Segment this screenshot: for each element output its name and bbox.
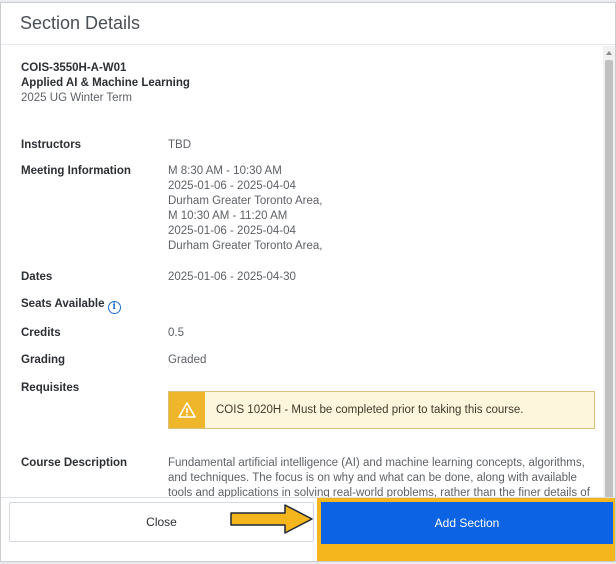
arrow-pointer-icon — [230, 504, 313, 534]
scroll-thumb[interactable] — [605, 60, 613, 500]
course-heading: COIS-3550H-A-W01 Applied AI & Machine Le… — [21, 61, 221, 106]
description-value: Fundamental artificial intelligence (AI)… — [168, 457, 590, 497]
instructors-value: TBD — [168, 139, 191, 151]
meeting-line: M 10:30 AM - 11:20 AM — [168, 210, 288, 222]
meeting-value: M 8:30 AM - 10:30 AM 2025-01-06 - 2025-0… — [168, 164, 598, 254]
seats-label: Seats Available i — [21, 297, 161, 314]
course-term: 2025 UG Winter Term — [21, 92, 132, 104]
dates-value: 2025-01-06 - 2025-04-30 — [168, 271, 296, 283]
add-section-button[interactable]: Add Section — [321, 502, 613, 544]
add-section-highlight: Add Section — [317, 498, 615, 561]
meeting-line: Durham Greater Toronto Area, — [168, 195, 323, 207]
requisites-label: Requisites — [21, 382, 80, 394]
description-label: Course Description — [21, 457, 128, 469]
dates-label: Dates — [21, 271, 53, 283]
credits-label: Credits — [21, 327, 61, 339]
info-icon[interactable]: i — [107, 301, 121, 314]
dialog-header: Section Details — [1, 3, 615, 45]
section-details-dialog: Section Details COIS-3550H-A-W01 Applied… — [0, 2, 616, 562]
dialog-body[interactable]: COIS-3550H-A-W01 Applied AI & Machine Le… — [1, 46, 615, 497]
warning-icon-container — [169, 392, 205, 428]
credits-value: 0.5 — [168, 327, 184, 339]
scroll-up-arrow-icon[interactable] — [606, 51, 612, 55]
requisite-warning-text: COIS 1020H - Must be completed prior to … — [216, 404, 524, 416]
instructors-label: Instructors — [21, 139, 82, 151]
course-name: Applied AI & Machine Learning — [21, 77, 190, 89]
meeting-label: Meeting Information — [21, 165, 131, 177]
seats-label-text: Seats Available — [21, 298, 105, 310]
dialog-footer: Close Add Section — [1, 497, 615, 561]
grading-value: Graded — [168, 354, 207, 366]
meeting-line: M 8:30 AM - 10:30 AM — [168, 165, 282, 177]
grading-label: Grading — [21, 354, 66, 366]
meeting-line: 2025-01-06 - 2025-04-04 — [168, 180, 296, 192]
requisite-warning: COIS 1020H - Must be completed prior to … — [168, 391, 595, 429]
course-code: COIS-3550H-A-W01 — [21, 62, 127, 74]
dialog-scrollbar[interactable] — [603, 46, 615, 519]
meeting-line: 2025-01-06 - 2025-04-04 — [168, 225, 296, 237]
meeting-line: Durham Greater Toronto Area, — [168, 240, 323, 252]
dialog-title: Section Details — [20, 13, 141, 33]
warning-icon — [178, 402, 196, 418]
